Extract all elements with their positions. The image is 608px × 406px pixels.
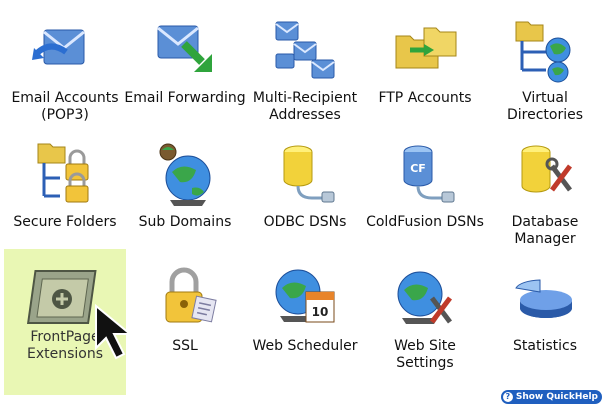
statistics-pie-icon [510, 262, 580, 332]
tile-web-site-settings[interactable]: Web Site Settings [364, 254, 486, 378]
tile-label: Database Manager [511, 214, 579, 247]
coldfusion-dsn-icon: CF [390, 138, 460, 208]
tile-coldfusion-dsns[interactable]: CF ColdFusion DSNs [364, 130, 486, 254]
tile-label: Sub Domains [138, 214, 232, 230]
tile-web-scheduler[interactable]: 10 Web Scheduler [244, 254, 366, 378]
help-question-icon: ? [502, 392, 513, 402]
tile-sub-domains[interactable]: Sub Domains [124, 130, 246, 254]
tile-frontpage-extensions[interactable]: FrontPage Extensions [4, 249, 126, 395]
database-manager-icon [510, 138, 580, 208]
ftp-accounts-icon [390, 14, 460, 84]
virtual-directories-icon [510, 14, 580, 84]
tile-label: ColdFusion DSNs [366, 214, 484, 230]
ssl-lock-icon [150, 262, 220, 332]
tile-label: FrontPage Extensions [26, 329, 104, 362]
tile-label: Secure Folders [13, 214, 117, 230]
show-quickhelp-button[interactable]: ? Show QuickHelp [500, 390, 602, 404]
calendar-day-text: 10 [312, 305, 329, 319]
frontpage-extensions-icon [26, 267, 102, 331]
tile-email-forwarding[interactable]: Email Forwarding [124, 6, 246, 130]
secure-folders-icon [30, 138, 100, 208]
tile-label: Web Site Settings [394, 338, 456, 371]
tile-database-manager[interactable]: Database Manager [484, 130, 606, 254]
tile-label: SSL [172, 338, 198, 354]
control-panel-grid: Email Accounts (POP3) Email Forwarding M… [0, 0, 608, 406]
tile-ftp-accounts[interactable]: FTP Accounts [364, 6, 486, 130]
email-accounts-icon [30, 14, 100, 84]
tile-secure-folders[interactable]: Secure Folders [4, 130, 126, 254]
tile-label: Statistics [513, 338, 577, 354]
odbc-dsn-icon [270, 138, 340, 208]
tile-virtual-directories[interactable]: Virtual Directories [484, 6, 606, 130]
web-site-settings-icon [390, 262, 460, 332]
quickhelp-label: Show QuickHelp [515, 392, 598, 402]
multi-recipient-icon [270, 14, 340, 84]
tile-label: Multi-Recipient Addresses [252, 90, 358, 123]
coldfusion-badge-text: CF [410, 162, 426, 175]
tile-odbc-dsns[interactable]: ODBC DSNs [244, 130, 366, 254]
web-scheduler-icon: 10 [270, 262, 340, 332]
tile-label: FTP Accounts [378, 90, 472, 106]
tile-label: Email Accounts (POP3) [11, 90, 119, 123]
tile-label: Virtual Directories [506, 90, 584, 123]
email-forwarding-icon [150, 14, 220, 84]
sub-domains-icon [150, 138, 220, 208]
tile-email-accounts[interactable]: Email Accounts (POP3) [4, 6, 126, 130]
tile-multi-recipient-addresses[interactable]: Multi-Recipient Addresses [244, 6, 366, 130]
tile-label: ODBC DSNs [263, 214, 347, 230]
tile-statistics[interactable]: Statistics [484, 254, 606, 378]
tile-label: Web Scheduler [252, 338, 358, 354]
tile-label: Email Forwarding [124, 90, 246, 106]
tile-ssl[interactable]: SSL [124, 254, 246, 378]
